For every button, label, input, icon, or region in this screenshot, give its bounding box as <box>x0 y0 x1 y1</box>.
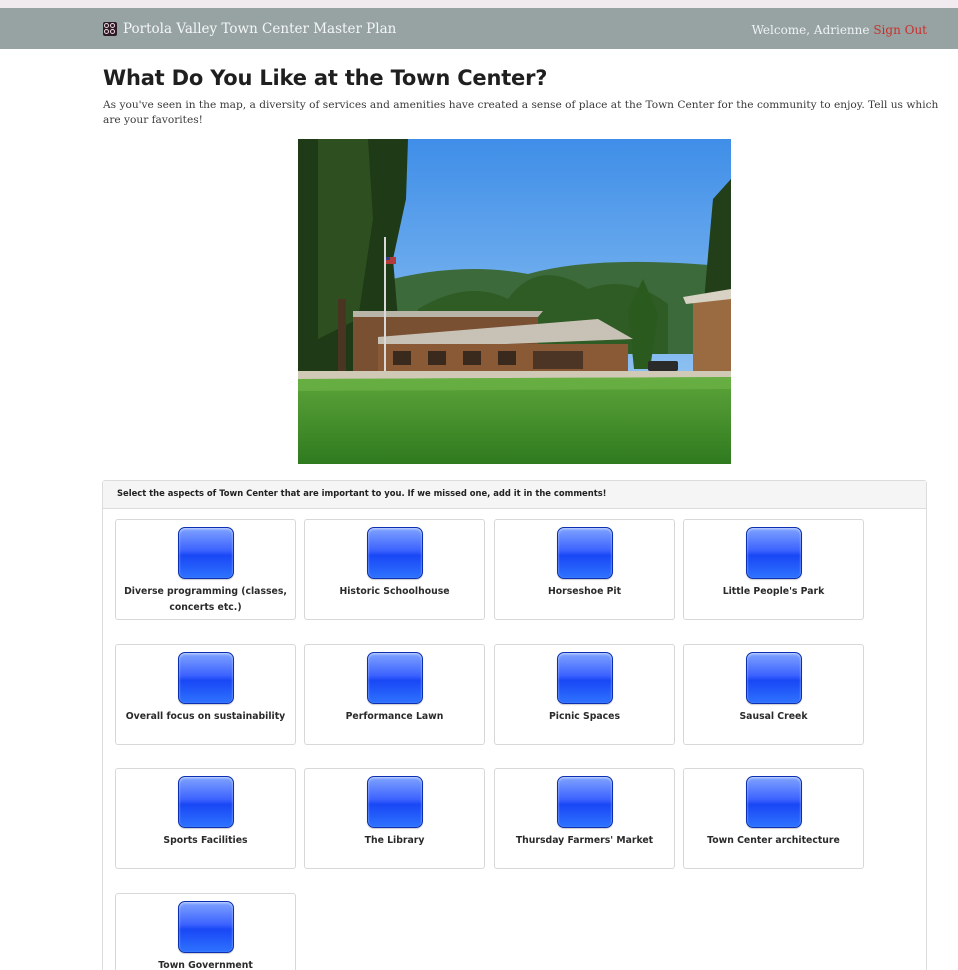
option-label: Overall focus on sustainability <box>125 711 286 722</box>
option-tile-farmers-market[interactable]: Thursday Farmers' Market <box>494 768 675 869</box>
option-tile-sports-facilities[interactable]: Sports Facilities <box>115 768 296 869</box>
option-label: Town Government <box>158 960 253 970</box>
option-label: Performance Lawn <box>345 711 444 722</box>
brand-title: Portola Valley Town Center Master Plan <box>123 21 397 37</box>
welcome-text: Welcome, Adrienne <box>751 23 870 37</box>
brand-link[interactable]: Portola Valley Town Center Master Plan <box>103 21 396 37</box>
option-select-button[interactable] <box>746 776 802 828</box>
option-label: Historic Schoolhouse <box>339 586 450 597</box>
town-center-photo <box>298 139 731 464</box>
option-tile-diverse-programming[interactable]: Diverse programming (classes, concerts e… <box>115 519 296 620</box>
option-select-button[interactable] <box>367 652 423 704</box>
option-tile-picnic-spaces[interactable]: Picnic Spaces <box>494 644 675 745</box>
option-tile-town-government[interactable]: Town Government <box>115 893 296 970</box>
intro-text: As you've seen in the map, a diversity o… <box>103 99 939 126</box>
option-tile-performance-lawn[interactable]: Performance Lawn <box>304 644 485 745</box>
option-label: Diverse programming (classes, concerts e… <box>124 586 287 613</box>
option-tile-sustainability[interactable]: Overall focus on sustainability <box>115 644 296 745</box>
option-select-button[interactable] <box>557 652 613 704</box>
option-tile-historic-schoolhouse[interactable]: Historic Schoolhouse <box>304 519 485 620</box>
option-select-button[interactable] <box>178 527 234 579</box>
option-select-button[interactable] <box>367 527 423 579</box>
option-label: Sausal Creek <box>739 711 808 722</box>
option-label: Thursday Farmers' Market <box>515 835 654 846</box>
option-select-button[interactable] <box>178 652 234 704</box>
option-select-button[interactable] <box>178 776 234 828</box>
option-tile-sausal-creek[interactable]: Sausal Creek <box>683 644 864 745</box>
option-tile-little-peoples-park[interactable]: Little People's Park <box>683 519 864 620</box>
top-strip <box>0 0 958 8</box>
option-label: Horseshoe Pit <box>547 586 622 597</box>
option-label: Town Center architecture <box>707 835 840 846</box>
option-select-button[interactable] <box>557 776 613 828</box>
user-menu: Welcome, Adrienne Sign Out <box>752 23 927 37</box>
option-select-button[interactable] <box>746 527 802 579</box>
option-tile-the-library[interactable]: The Library <box>304 768 485 869</box>
page-title: What Do You Like at the Town Center? <box>103 66 548 90</box>
option-select-button[interactable] <box>746 652 802 704</box>
option-select-button[interactable] <box>367 776 423 828</box>
option-tile-architecture[interactable]: Town Center architecture <box>683 768 864 869</box>
option-tile-horseshoe-pit[interactable]: Horseshoe Pit <box>494 519 675 620</box>
option-label: Little People's Park <box>722 586 825 597</box>
option-label: Picnic Spaces <box>548 711 621 722</box>
option-label: The Library <box>364 835 425 846</box>
navbar: Portola Valley Town Center Master Plan W… <box>0 8 958 49</box>
option-select-button[interactable] <box>557 527 613 579</box>
options-panel: Select the aspects of Town Center that a… <box>102 480 927 970</box>
option-label: Sports Facilities <box>163 835 248 846</box>
panel-heading: Select the aspects of Town Center that a… <box>103 481 926 509</box>
brand-logo-icon <box>103 22 117 36</box>
option-select-button[interactable] <box>178 901 234 953</box>
signout-link[interactable]: Sign Out <box>873 23 927 37</box>
